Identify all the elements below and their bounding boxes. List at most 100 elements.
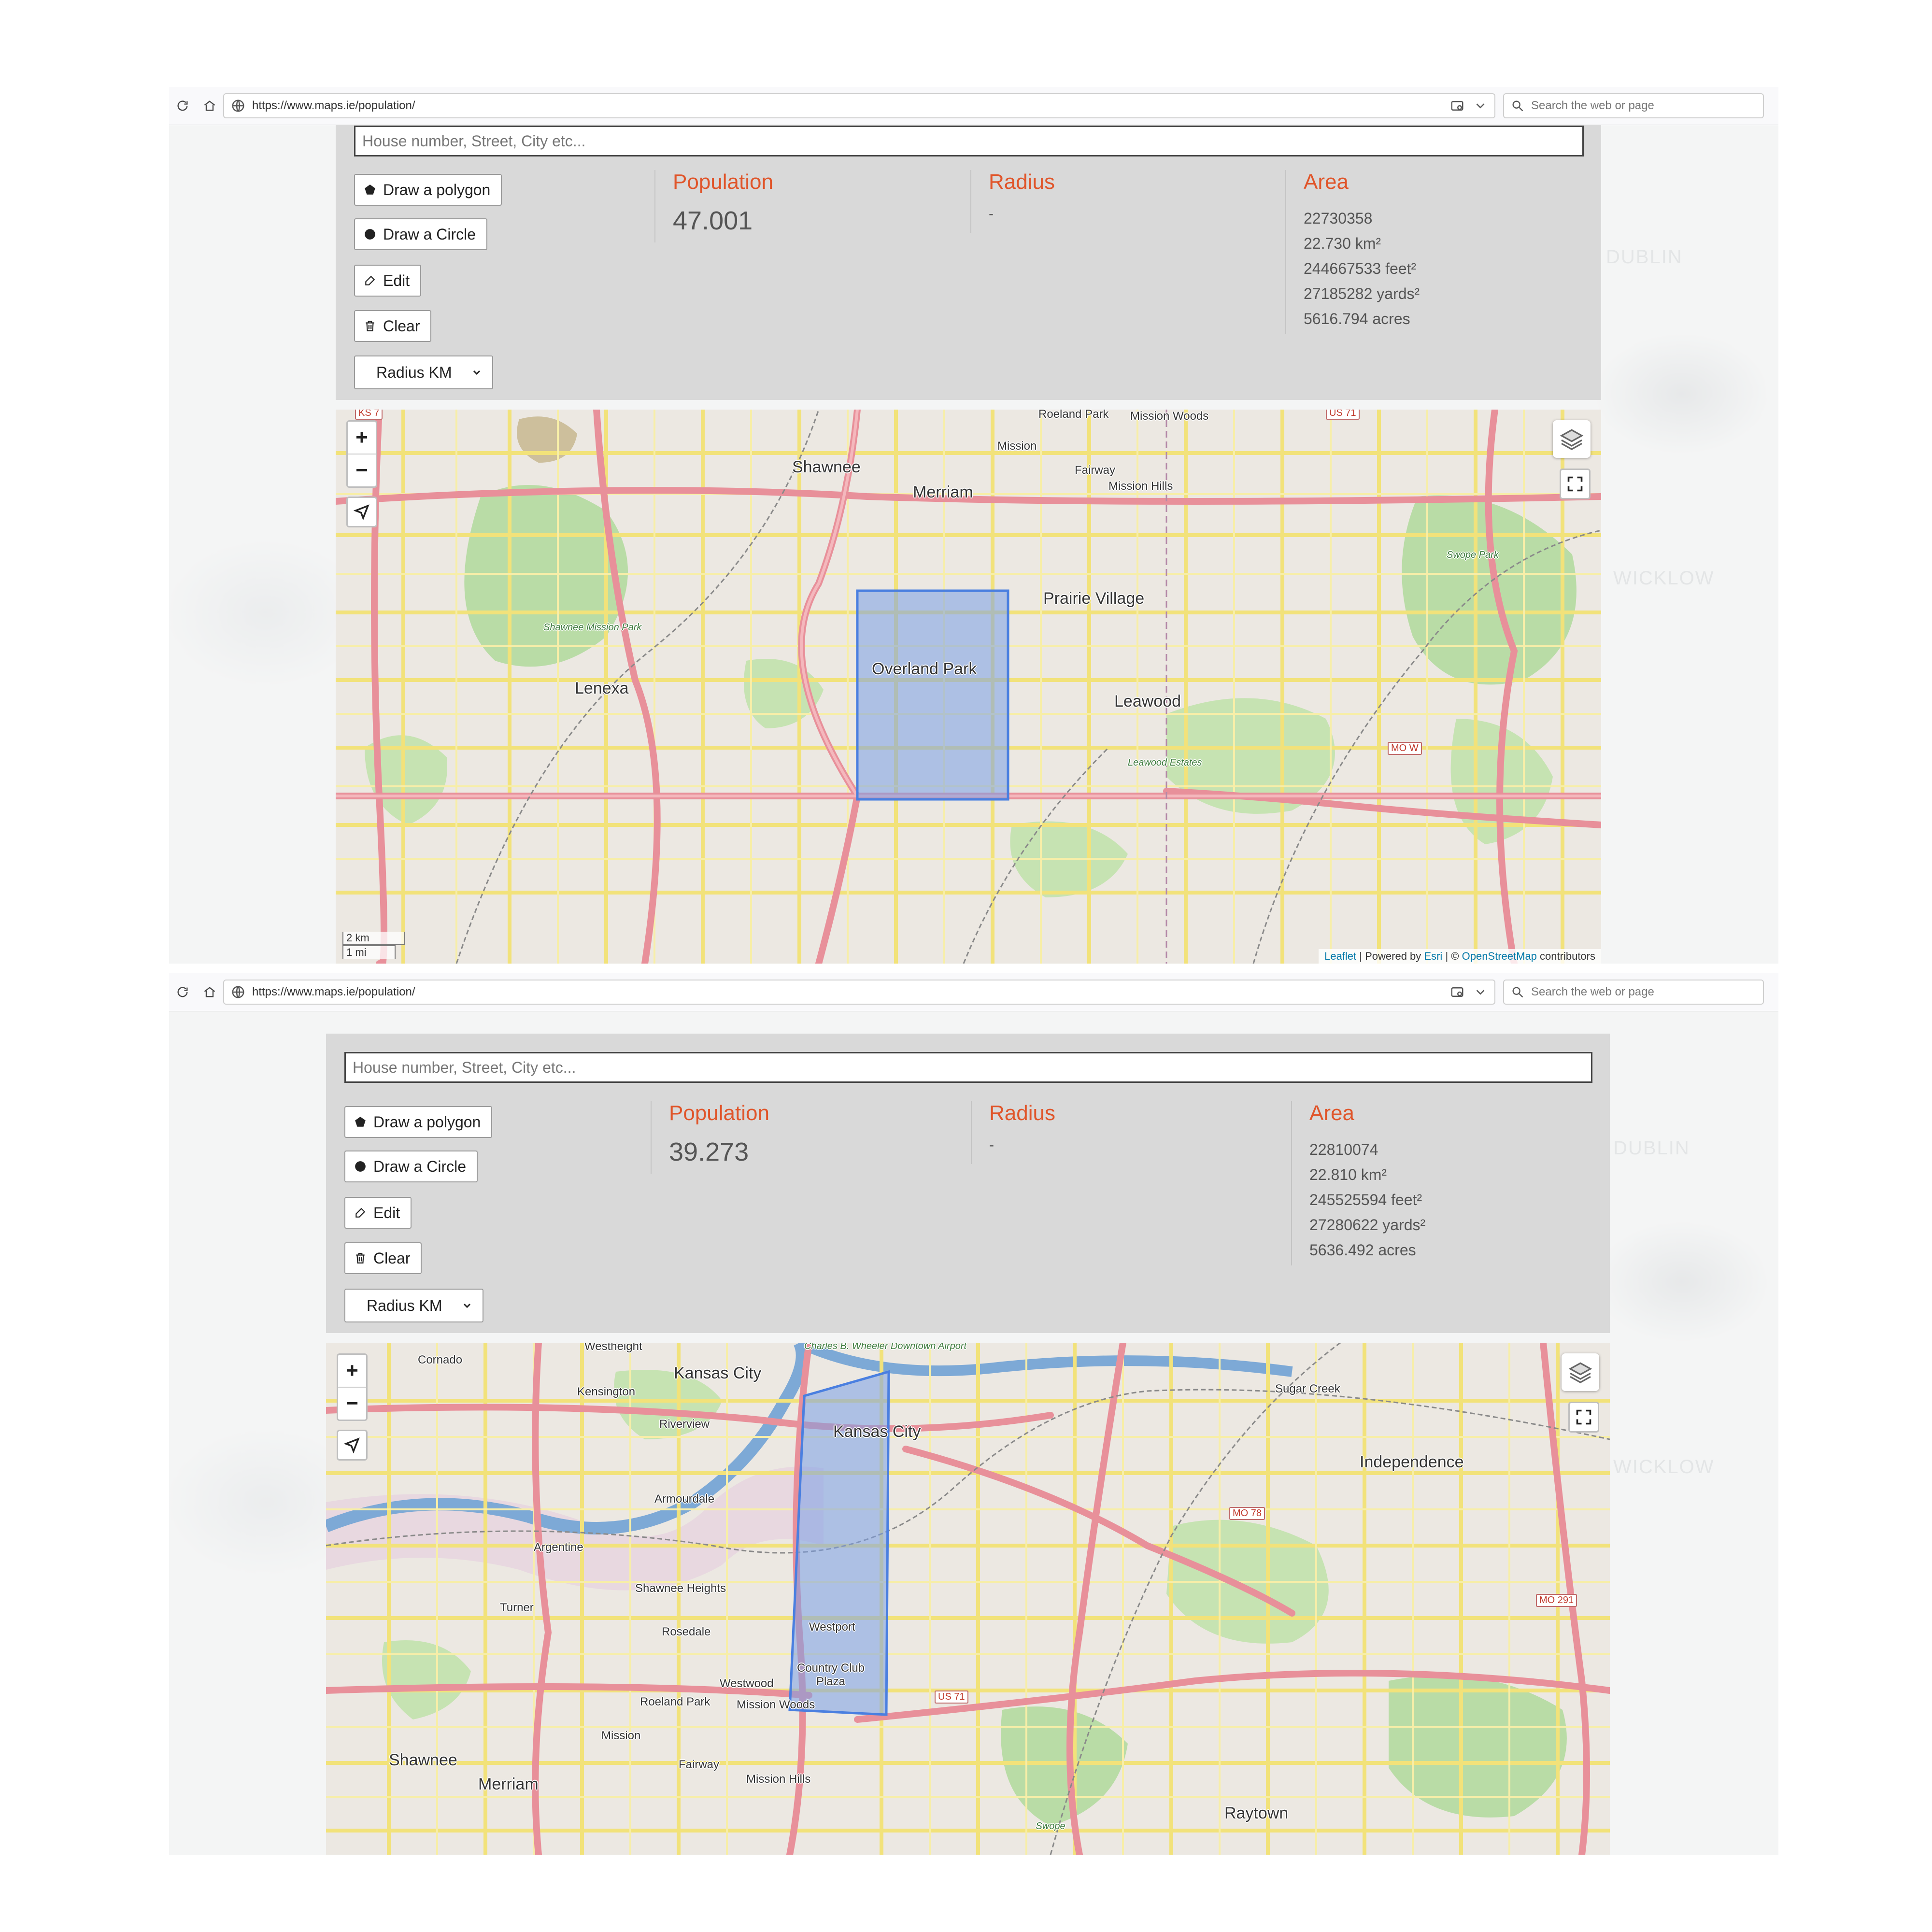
map-label: Overland Park <box>872 660 977 678</box>
clear-label: Clear <box>383 317 420 335</box>
globe-icon <box>232 986 244 998</box>
clear-label: Clear <box>373 1249 411 1267</box>
search-icon <box>1512 100 1523 112</box>
chevron-down-icon <box>473 370 481 375</box>
map-label: Kensington <box>577 1385 636 1398</box>
map-label: Country Club Plaza <box>796 1662 865 1688</box>
edit-button[interactable]: Edit <box>354 265 422 297</box>
zoom-in-button[interactable]: + <box>338 1355 366 1387</box>
clear-button[interactable]: Clear <box>344 1242 422 1274</box>
map-label: Shawnee Heights <box>635 1582 726 1595</box>
chevron-down-icon[interactable] <box>1473 99 1488 113</box>
population-value: 39.273 <box>669 1137 749 1166</box>
globe-icon <box>232 99 244 112</box>
map-label: Leawood Estates <box>1128 757 1202 768</box>
address-search-input[interactable]: House number, Street, City etc... <box>344 1052 1592 1083</box>
home-icon[interactable] <box>200 96 219 115</box>
osm-link[interactable]: OpenStreetMap <box>1462 950 1537 962</box>
layers-button[interactable] <box>1562 1353 1599 1391</box>
reload-icon[interactable] <box>173 96 192 115</box>
population-stat: Population 39.273 <box>651 1101 965 1174</box>
search-icon <box>1512 987 1523 998</box>
map-label: Mission <box>997 440 1037 453</box>
population-stat: Population 47.001 <box>654 170 964 242</box>
chevron-down-icon <box>463 1303 471 1308</box>
url-text: https://www.maps.ie/population/ <box>252 99 415 112</box>
radius-unit-select[interactable]: Radius KM <box>354 355 493 389</box>
fullscreen-icon <box>1567 476 1583 492</box>
area-km2: 22.810 km² <box>1309 1166 1387 1183</box>
map-label: Sugar Creek <box>1275 1382 1340 1395</box>
leaflet-link[interactable]: Leaflet <box>1324 950 1356 962</box>
url-bar[interactable]: https://www.maps.ie/population/ <box>223 980 1495 1005</box>
area-square-meters: 22730358 <box>1304 210 1373 227</box>
map-label: Kansas City <box>833 1422 921 1441</box>
web-search-bar[interactable]: Search the web or page <box>1503 980 1764 1005</box>
map-label: Roeland Park <box>1038 410 1109 421</box>
map-label: Merriam <box>478 1775 539 1793</box>
map-label: Merriam <box>913 483 973 501</box>
zoom-control: + − <box>337 1353 368 1421</box>
map-label: Mission <box>601 1729 641 1742</box>
map-label: Kansas City <box>674 1364 762 1382</box>
radius-value: - <box>989 206 994 222</box>
draw-circle-button[interactable]: Draw a Circle <box>344 1151 478 1182</box>
clear-button[interactable]: Clear <box>354 310 432 342</box>
locate-button[interactable] <box>337 1430 368 1461</box>
edit-label: Edit <box>373 1204 400 1222</box>
locate-button[interactable] <box>346 497 377 527</box>
map-label: Rosedale <box>662 1625 711 1638</box>
population-value: 47.001 <box>673 206 753 235</box>
address-search-input[interactable]: House number, Street, City etc... <box>354 126 1584 156</box>
map-label: Riverview <box>659 1418 710 1431</box>
zoom-in-button[interactable]: + <box>348 422 376 454</box>
map-view[interactable]: Shawnee Merriam Mission Roeland Park Mis… <box>336 410 1601 964</box>
url-text: https://www.maps.ie/population/ <box>252 985 415 998</box>
edit-button[interactable]: Edit <box>344 1197 412 1229</box>
attribution-text: | Powered by <box>1359 950 1421 962</box>
radius-unit-select[interactable]: Radius KM <box>344 1289 483 1322</box>
area-feet2: 244667533 feet² <box>1304 260 1417 277</box>
chevron-down-icon[interactable] <box>1473 985 1488 999</box>
attribution-text: contributors <box>1540 950 1595 962</box>
site-info-icon[interactable] <box>1450 99 1464 113</box>
area-square-meters: 22810074 <box>1309 1141 1378 1158</box>
web-search-bar[interactable]: Search the web or page <box>1503 93 1764 118</box>
map-label: Swope Park <box>1447 550 1499 560</box>
map-view[interactable]: Westheight Cornado Kansas City Kensingto… <box>326 1343 1610 1855</box>
map-label: Mission Woods <box>737 1698 815 1711</box>
area-acres: 5616.794 acres <box>1304 310 1410 327</box>
esri-link[interactable]: Esri <box>1424 950 1442 962</box>
circle-icon <box>364 228 376 241</box>
radius-unit-value: Radius KM <box>376 363 452 381</box>
screenshot-1: DUBLIN WICKLOW https://www.maps.ie/popul… <box>169 87 1778 964</box>
population-label: Population <box>673 170 773 194</box>
draw-polygon-button[interactable]: Draw a polygon <box>344 1106 493 1138</box>
map-label: Westwood <box>720 1677 774 1690</box>
draw-circle-button[interactable]: Draw a Circle <box>354 218 488 250</box>
map-label: Mission Hills <box>746 1773 811 1786</box>
fullscreen-button[interactable] <box>1560 469 1591 499</box>
zoom-out-button[interactable]: − <box>338 1387 366 1420</box>
map-attribution: Leaflet | Powered by Esri | © OpenStreet… <box>1319 949 1601 964</box>
draw-polygon-button[interactable]: Draw a polygon <box>354 174 502 206</box>
area-label: Area <box>1309 1101 1354 1125</box>
browser-toolbar: https://www.maps.ie/population/ Search t… <box>169 87 1778 125</box>
home-icon[interactable] <box>200 982 219 1002</box>
url-bar[interactable]: https://www.maps.ie/population/ <box>223 93 1495 118</box>
trash-icon <box>354 1252 367 1264</box>
site-info-icon[interactable] <box>1450 985 1464 999</box>
population-label: Population <box>669 1101 769 1125</box>
layers-icon <box>1568 1362 1592 1383</box>
map-label: Shawnee <box>389 1751 457 1769</box>
selected-area-polygon[interactable] <box>856 589 1009 801</box>
reload-icon[interactable] <box>173 982 192 1002</box>
bg-word-wicklow: WICKLOW <box>1613 1456 1715 1477</box>
zoom-out-button[interactable]: − <box>348 454 376 486</box>
route-shield: MO 291 <box>1536 1594 1577 1607</box>
draw-circle-label: Draw a Circle <box>383 225 476 243</box>
fullscreen-button[interactable] <box>1568 1402 1599 1433</box>
polygon-icon <box>364 184 376 196</box>
layers-button[interactable] <box>1553 420 1591 458</box>
map-label: Fairway <box>679 1758 720 1771</box>
